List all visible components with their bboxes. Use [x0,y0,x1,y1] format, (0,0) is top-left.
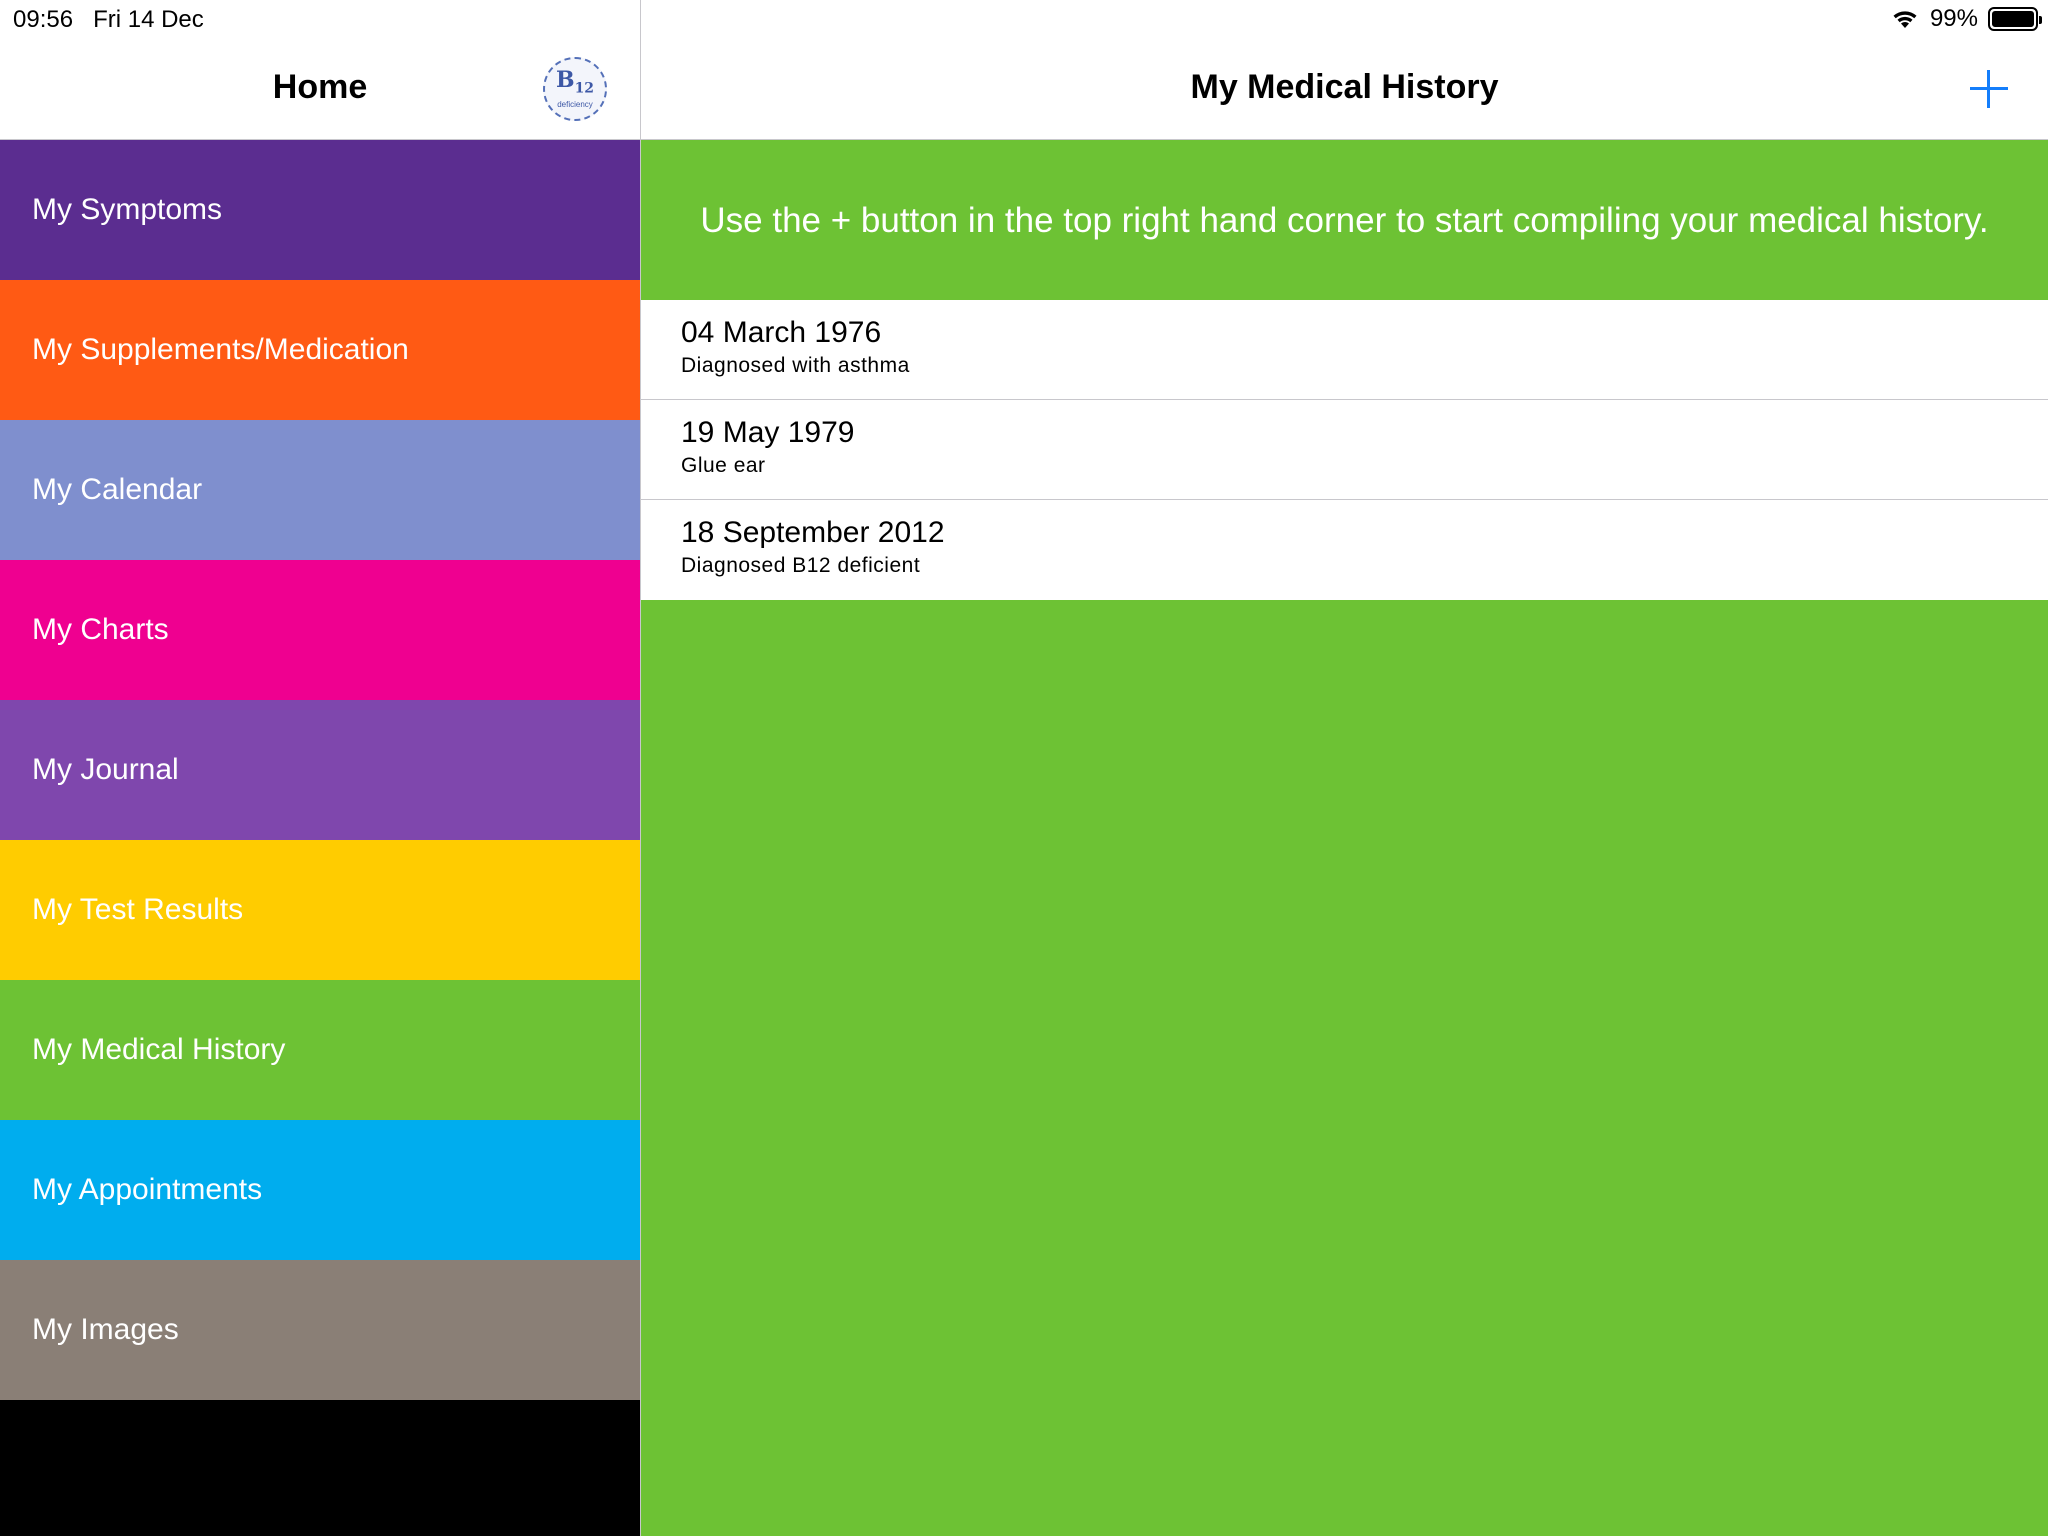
home-menu: My Symptoms My Supplements/Medication My… [0,140,640,1400]
entry-description: Glue ear [681,454,766,477]
history-entry[interactable]: 04 March 1976 Diagnosed with asthma [641,300,2048,400]
detail-navigation-bar: My Medical History [641,0,2048,140]
menu-item-medical-history[interactable]: My Medical History [0,980,640,1120]
entry-description: Diagnosed B12 deficient [681,554,921,577]
menu-item-journal[interactable]: My Journal [0,700,640,840]
entry-date: 18 September 2012 [681,516,945,549]
menu-item-appointments[interactable]: My Appointments [0,1120,640,1260]
logo-subtext: deficiency [557,99,593,109]
b12-logo: B12 deficiency [543,57,607,121]
detail-pane: My Medical History Use the + button in t… [641,0,2048,1536]
medical-history-list: 04 March 1976 Diagnosed with asthma 19 M… [641,300,2048,600]
add-entry-button[interactable] [1970,70,2008,108]
menu-item-images[interactable]: My Images [0,1260,640,1400]
history-entry[interactable]: 19 May 1979 Glue ear [641,400,2048,500]
ipad-screen: Home B12 deficiency My Symptoms My Suppl… [0,0,2048,1536]
menu-item-test-results[interactable]: My Test Results [0,840,640,980]
logo-mark: B12 [555,67,595,97]
entry-description: Diagnosed with asthma [681,354,910,377]
instruction-banner: Use the + button in the top right hand c… [700,200,1989,240]
entry-date: 19 May 1979 [681,416,855,449]
menu-item-charts[interactable]: My Charts [0,560,640,700]
page-title: My Medical History [1190,68,1499,106]
history-entry[interactable]: 18 September 2012 Diagnosed B12 deficien… [641,500,2048,600]
menu-item-symptoms[interactable]: My Symptoms [0,140,640,280]
menu-item-calendar[interactable]: My Calendar [0,420,640,560]
master-pane: Home B12 deficiency My Symptoms My Suppl… [0,0,640,1536]
entry-date: 04 March 1976 [681,316,882,349]
master-navigation-bar: Home B12 deficiency [0,0,640,140]
menu-item-supplements-medication[interactable]: My Supplements/Medication [0,280,640,420]
